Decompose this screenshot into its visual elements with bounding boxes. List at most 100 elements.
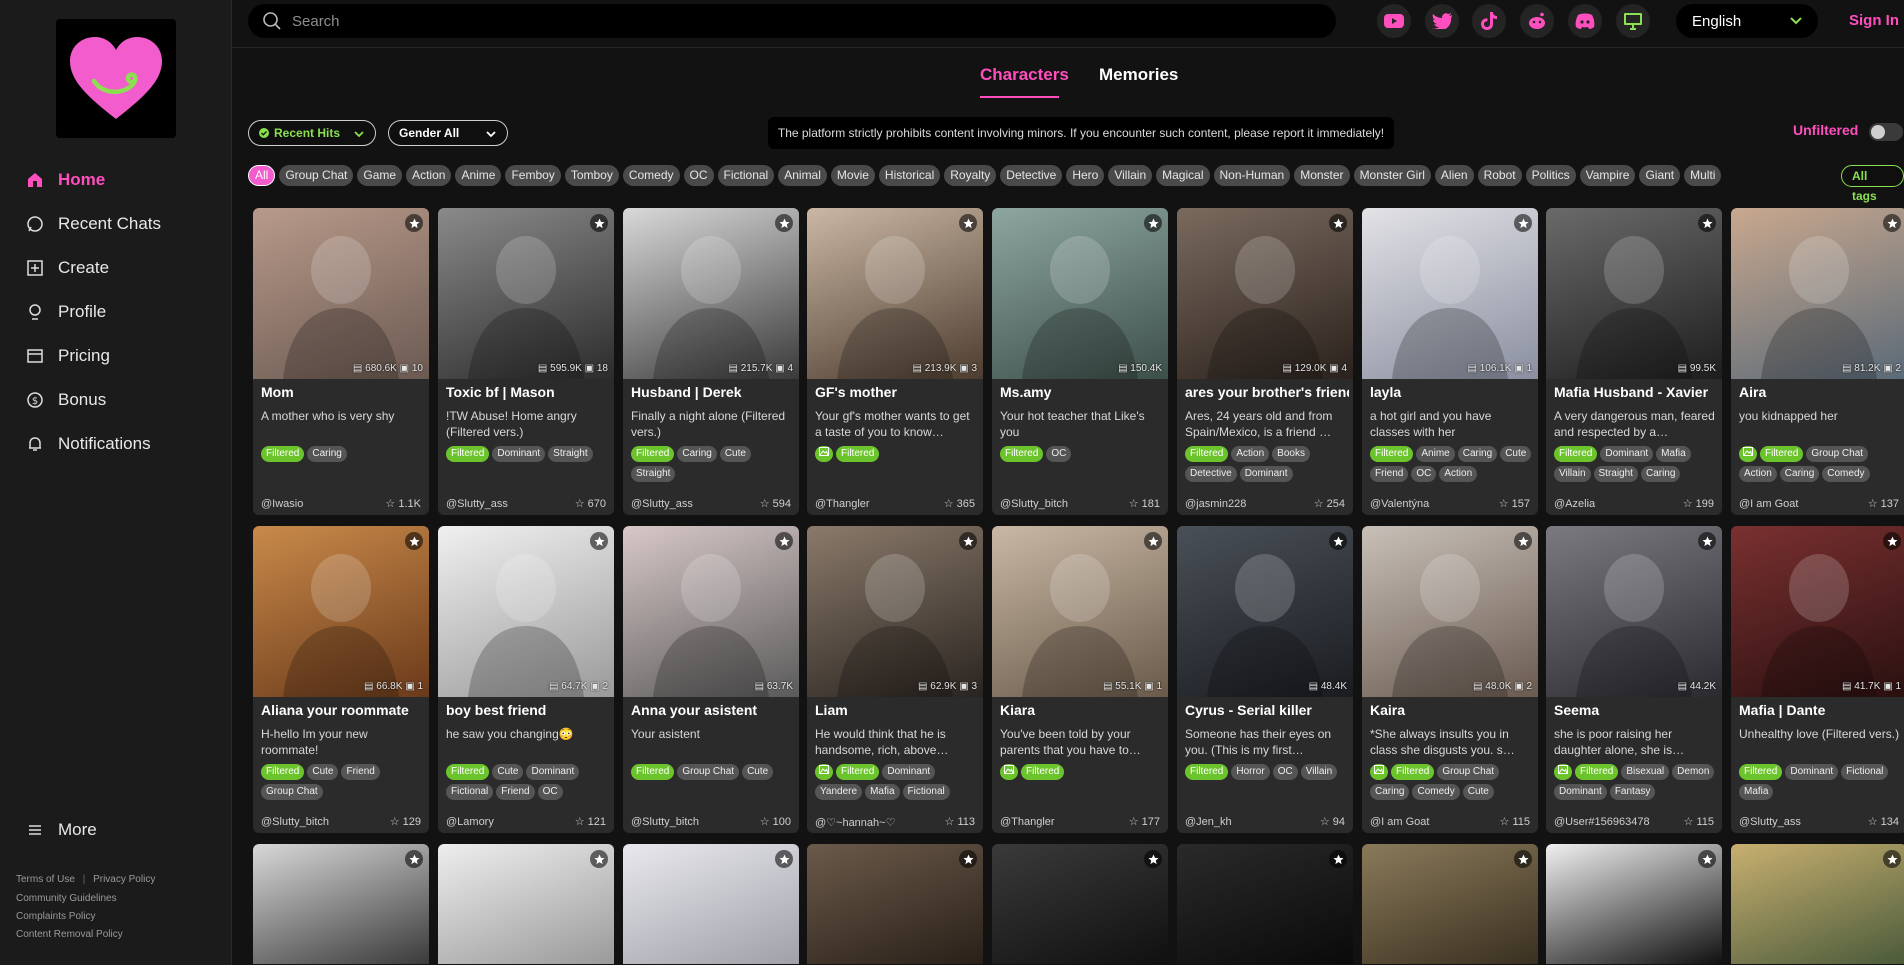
tag-filter-comedy[interactable]: Comedy: [622, 165, 680, 186]
twitter-button[interactable]: [1425, 4, 1459, 38]
author-link[interactable]: @User#156963478: [1554, 816, 1650, 828]
youtube-button[interactable]: [1377, 4, 1411, 38]
favorite-button[interactable]: [1883, 214, 1901, 232]
tab-characters[interactable]: Characters: [980, 65, 1069, 85]
favorite-button[interactable]: [1883, 850, 1901, 868]
favorite-button[interactable]: [1698, 532, 1716, 550]
tag-filter-all[interactable]: All: [248, 165, 276, 186]
favorite-button[interactable]: [1329, 532, 1347, 550]
favorite-button[interactable]: [590, 214, 608, 232]
character-tag[interactable]: Filtered: [1185, 446, 1229, 462]
favorite-button[interactable]: [959, 532, 977, 550]
author-link[interactable]: @Thangler: [1000, 816, 1055, 828]
tag-filter-magical[interactable]: Magical: [1156, 165, 1210, 186]
character-card[interactable]: [1177, 844, 1353, 964]
terms-link[interactable]: Terms of Use: [16, 874, 75, 885]
tag-filter-fictional[interactable]: Fictional: [717, 165, 775, 186]
gender-dropdown[interactable]: Gender All: [388, 120, 508, 146]
favorite-button[interactable]: [959, 214, 977, 232]
tag-filter-action[interactable]: Action: [406, 165, 452, 186]
character-tag[interactable]: Mafia: [1656, 446, 1691, 462]
character-card[interactable]: [992, 844, 1168, 964]
tag-filter-game[interactable]: Game: [357, 165, 403, 186]
character-card[interactable]: ▤ 213.9K ▣ 3 GF's mother Your gf's mother …: [807, 208, 983, 515]
character-image[interactable]: [992, 526, 1168, 697]
tag-filter-oc[interactable]: OC: [683, 165, 714, 186]
character-tag[interactable]: Cute: [742, 764, 774, 780]
character-image[interactable]: [1731, 208, 1904, 379]
character-tag[interactable]: Filtered: [1370, 446, 1414, 462]
character-tag[interactable]: Action: [1231, 446, 1270, 462]
character-tag[interactable]: Filtered: [1000, 446, 1044, 462]
character-image[interactable]: [1546, 208, 1722, 379]
tag-filter-vampire[interactable]: Vampire: [1579, 165, 1636, 186]
character-tag[interactable]: Filtered: [1185, 764, 1229, 780]
character-tag[interactable]: Filtered: [836, 446, 880, 462]
tag-filter-giant[interactable]: Giant: [1639, 165, 1681, 186]
tag-filter-robot[interactable]: Robot: [1477, 165, 1522, 186]
sort-dropdown[interactable]: Recent Hits: [248, 120, 376, 146]
character-tag[interactable]: Fictional: [902, 784, 950, 800]
character-image[interactable]: [807, 526, 983, 697]
character-tag[interactable]: Filtered: [1021, 764, 1065, 780]
author-link[interactable]: @I am Goat: [1739, 498, 1798, 510]
complaints-link[interactable]: Complaints Policy: [16, 911, 95, 922]
tag-filter-animal[interactable]: Animal: [778, 165, 827, 186]
character-image[interactable]: [623, 526, 799, 697]
favorite-button[interactable]: [1144, 214, 1162, 232]
character-card[interactable]: ▤ 48.0K ▣ 2 Kaira *She always insults you …: [1362, 526, 1538, 833]
character-tag[interactable]: Filtered: [1739, 764, 1783, 780]
character-tag[interactable]: Cute: [1500, 446, 1532, 462]
favorite-button[interactable]: [1883, 532, 1901, 550]
character-image[interactable]: [623, 208, 799, 379]
favorite-button[interactable]: [1329, 214, 1347, 232]
character-tag[interactable]: Dominant: [882, 764, 936, 780]
character-tag[interactable]: Straight: [631, 466, 676, 482]
character-tag[interactable]: Fantasy: [1609, 784, 1656, 800]
character-image[interactable]: [1546, 526, 1722, 697]
tag-filter-historical[interactable]: Historical: [878, 165, 941, 186]
character-tag[interactable]: OC: [537, 784, 563, 800]
character-tag[interactable]: Caring: [677, 446, 717, 462]
character-tag[interactable]: Caring: [307, 446, 347, 462]
character-image[interactable]: [1362, 526, 1538, 697]
favorite-button[interactable]: [405, 214, 423, 232]
character-card[interactable]: ▤ 595.9K ▣ 18 Toxic bf | Mason !TW Abuse! …: [438, 208, 614, 515]
author-link[interactable]: @Thangler: [815, 498, 870, 510]
character-image[interactable]: [1362, 208, 1538, 379]
character-tag[interactable]: Villain: [1300, 764, 1338, 780]
favorite-button[interactable]: [590, 850, 608, 868]
favorite-button[interactable]: [590, 532, 608, 550]
character-tag[interactable]: Cute: [492, 764, 524, 780]
character-tag[interactable]: Dominant: [1239, 466, 1293, 482]
character-card[interactable]: ▤ 66.8K ▣ 1 Aliana your roommate H-hello I…: [253, 526, 429, 833]
character-card[interactable]: ▤ 48.4K Cyrus - Serial killer Someone has …: [1177, 526, 1353, 833]
character-card[interactable]: ▤ 41.7K ▣ 1 Mafia | Dante Unhealthy love (…: [1731, 526, 1904, 833]
tag-filter-non-human[interactable]: Non-Human: [1213, 165, 1291, 186]
character-tag[interactable]: Dominant: [492, 446, 546, 462]
character-tag[interactable]: Cute: [307, 764, 339, 780]
tag-filter-tomboy[interactable]: Tomboy: [564, 165, 619, 186]
character-image[interactable]: [253, 208, 429, 379]
removal-link[interactable]: Content Removal Policy: [16, 929, 123, 940]
author-link[interactable]: @♡~hannah~♡: [815, 816, 895, 829]
tiktok-button[interactable]: [1472, 4, 1506, 38]
character-tag[interactable]: OC: [1411, 466, 1437, 482]
sidebar-item-home[interactable]: Home: [0, 160, 232, 200]
search-input[interactable]: [292, 12, 1192, 30]
character-tag[interactable]: Action: [1439, 466, 1478, 482]
character-tag[interactable]: Straight: [548, 446, 593, 462]
character-tag[interactable]: Filtered: [446, 764, 490, 780]
character-card[interactable]: ▤ 44.2K Seema she is poor raising her daug…: [1546, 526, 1722, 833]
character-tag[interactable]: Dominant: [1600, 446, 1654, 462]
character-tag[interactable]: Filtered: [261, 446, 305, 462]
tag-filter-femboy[interactable]: Femboy: [505, 165, 561, 186]
character-tag[interactable]: Mafia: [865, 784, 900, 800]
author-link[interactable]: @Slutty_ass: [446, 498, 508, 510]
character-tag[interactable]: Dominant: [526, 764, 580, 780]
character-tag[interactable]: Books: [1272, 446, 1310, 462]
character-tag[interactable]: Horror: [1231, 764, 1270, 780]
character-image[interactable]: [438, 208, 614, 379]
character-tag[interactable]: Group Chat: [677, 764, 740, 780]
favorite-button[interactable]: [775, 850, 793, 868]
